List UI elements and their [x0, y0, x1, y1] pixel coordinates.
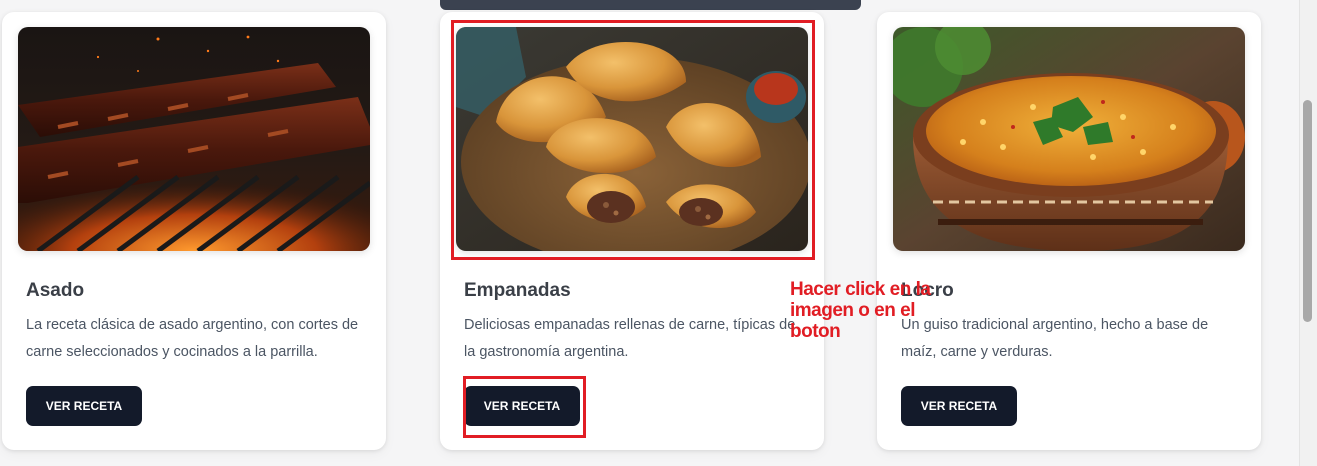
recipe-description: Deliciosas empanadas rellenas de carne, … — [464, 317, 796, 360]
recipe-image-asado[interactable] — [18, 27, 370, 251]
recipe-title: Empanadas — [464, 280, 571, 301]
instruction-annotation: Hacer click en la imagen o en el boton — [790, 279, 931, 342]
asado-photo — [18, 27, 370, 251]
recipe-card-empanadas: Empanadas Deliciosas empanadas rellenas … — [440, 12, 824, 450]
header-bar-edge — [440, 0, 861, 10]
locro-photo — [893, 27, 1245, 251]
recipes-page: Asado La receta clásica de asado argenti… — [0, 0, 1299, 466]
recipe-card-asado: Asado La receta clásica de asado argenti… — [2, 12, 386, 450]
recipe-card-locro: Locro Un guiso tradicional argentino, he… — [877, 12, 1261, 450]
recipe-description: Un guiso tradicional argentino, hecho a … — [901, 317, 1209, 360]
recipe-image-locro[interactable] — [893, 27, 1245, 251]
ver-receta-button-asado[interactable]: VER RECETA — [26, 386, 142, 426]
recipe-image-empanadas[interactable] — [456, 27, 808, 251]
ver-receta-button-empanadas[interactable]: VER RECETA — [464, 386, 580, 426]
scrollbar-thumb[interactable] — [1303, 100, 1312, 322]
recipe-description: La receta clásica de asado argentino, co… — [26, 317, 359, 360]
empanadas-photo — [456, 27, 808, 251]
ver-receta-button-locro[interactable]: VER RECETA — [901, 386, 1017, 426]
recipe-title: Asado — [26, 280, 85, 301]
